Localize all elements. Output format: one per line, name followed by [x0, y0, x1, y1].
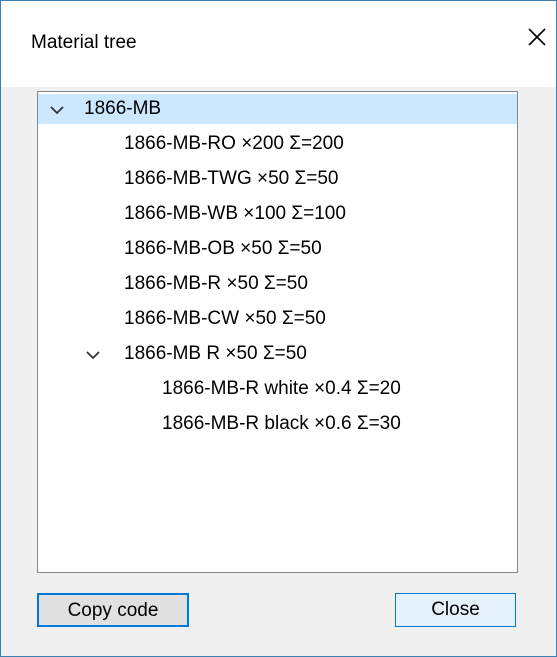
close-window-button[interactable]: [522, 23, 552, 53]
tree-node[interactable]: 1866-MB-RO ×200 Σ=200: [124, 129, 344, 159]
copy-code-button[interactable]: Copy code: [37, 593, 189, 627]
tree-node[interactable]: 1866-MB-WB ×100 Σ=100: [124, 199, 346, 229]
close-icon: [528, 28, 546, 46]
window-title: Material tree: [31, 32, 137, 53]
tree-node[interactable]: 1866-MB-TWG ×50 Σ=50: [124, 164, 339, 194]
tree-node-label: 1866-MB R ×50 Σ=50: [124, 343, 307, 364]
tree-node[interactable]: 1866-MB-R ×50 Σ=50: [124, 269, 308, 299]
material-tree[interactable]: 1866-MB 1866-MB-RO ×200 Σ=200 1866-MB-TW…: [37, 91, 518, 573]
tree-node[interactable]: 1866-MB-OB ×50 Σ=50: [124, 234, 322, 264]
tree-node[interactable]: 1866-MB-R white ×0.4 Σ=20: [162, 374, 401, 404]
chevron-down-icon[interactable]: [50, 105, 64, 115]
close-button[interactable]: Close: [395, 593, 516, 627]
chevron-down-icon[interactable]: [86, 350, 100, 360]
material-tree-dialog: Material tree 1866-MB 1866-MB-RO ×200 Σ=…: [0, 0, 557, 657]
tree-node-root[interactable]: 1866-MB: [38, 94, 517, 124]
tree-node[interactable]: 1866-MB-CW ×50 Σ=50: [124, 304, 326, 334]
tree-node[interactable]: 1866-MB-R black ×0.6 Σ=30: [162, 409, 401, 439]
tree-node-expandable[interactable]: 1866-MB R ×50 Σ=50: [86, 339, 506, 369]
tree-node-label: 1866-MB: [84, 98, 162, 119]
title-bar: Material tree: [1, 1, 556, 87]
